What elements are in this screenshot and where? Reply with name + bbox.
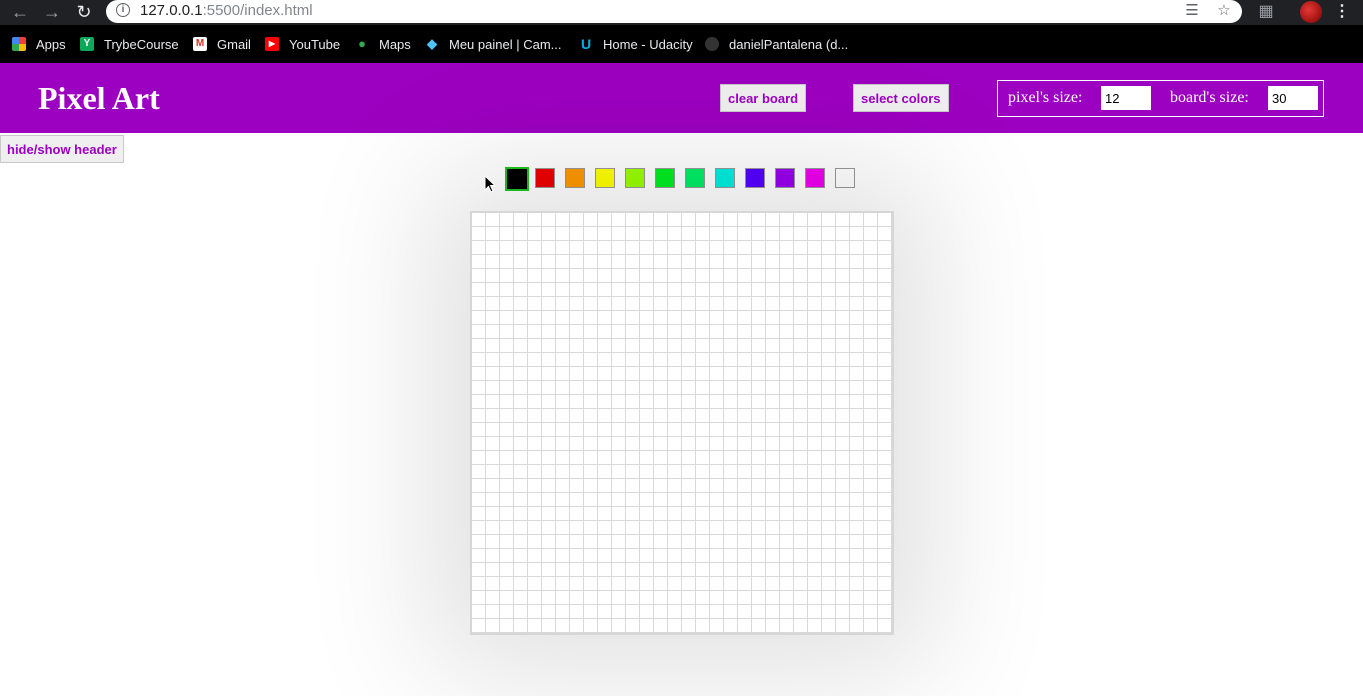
bookmark-label: Gmail (217, 36, 251, 52)
bookmark-label: YouTube (289, 36, 341, 52)
color-swatch[interactable] (505, 167, 529, 191)
site-info-icon[interactable]: i (116, 3, 130, 17)
address-bar[interactable]: i 127.0.0.1:5500/index.html ☰ ☆ (106, 0, 1242, 23)
page-title: Pixel Art (38, 80, 160, 116)
mouse-cursor-icon (484, 175, 496, 193)
gmail-icon: M (193, 37, 207, 51)
color-swatch[interactable] (595, 168, 615, 188)
size-controls: pixel's size: board's size: (997, 80, 1324, 117)
board-size-input[interactable] (1268, 86, 1318, 110)
youtube-icon: ▶ (265, 37, 279, 51)
color-swatch[interactable] (535, 168, 555, 188)
back-icon[interactable]: ← (10, 2, 30, 22)
url-host: 127.0.0.1 (140, 2, 203, 19)
bookmark-github[interactable]: danielPantalena (d... (705, 35, 848, 53)
bookmark-label: Apps (36, 36, 66, 52)
bookmark-apps[interactable]: Apps (12, 35, 66, 53)
color-swatch[interactable] (805, 168, 825, 188)
clear-board-button[interactable]: clear board (720, 84, 807, 112)
apps-grid-icon (12, 37, 26, 51)
bookmark-maps[interactable]: ● Maps (355, 35, 411, 53)
app-header: Pixel Art clear board select colors pixe… (0, 63, 1363, 133)
bookmark-star-icon[interactable]: ☆ (1216, 3, 1232, 19)
bookmark-gmail[interactable]: M Gmail (193, 35, 251, 53)
trybe-icon: Y (80, 37, 94, 51)
bookmark-label: Home - Udacity (603, 36, 693, 52)
bookmark-label: danielPantalena (d... (729, 36, 849, 52)
color-swatch[interactable] (745, 168, 765, 188)
color-swatch[interactable] (685, 168, 705, 188)
bookmark-label: Maps (379, 36, 411, 52)
bookmark-trybecourse[interactable]: Y TrybeCourse (80, 35, 179, 53)
browser-menu-icon[interactable]: ⋮ (1332, 2, 1352, 22)
extension-icon[interactable]: ▦ (1256, 2, 1276, 22)
board-size-label: board's size: (1170, 89, 1249, 106)
color-swatch[interactable] (625, 168, 645, 188)
bookmark-youtube[interactable]: ▶ YouTube (265, 35, 340, 53)
browser-toolbar: ← → ↻ i 127.0.0.1:5500/index.html ☰ ☆ ▦ … (0, 0, 1363, 25)
pixel-board[interactable] (470, 211, 894, 635)
url-text[interactable]: 127.0.0.1:5500/index.html (140, 2, 313, 19)
url-path: :5500/index.html (202, 2, 313, 19)
bookmark-label: TrybeCourse (104, 36, 179, 52)
color-swatch[interactable] (835, 168, 855, 188)
reload-icon[interactable]: ↻ (74, 2, 94, 22)
github-icon (705, 37, 719, 51)
bookmark-udacity[interactable]: U Home - Udacity (579, 35, 693, 53)
pixel-size-input[interactable] (1101, 86, 1151, 110)
bookmark-label: Meu painel | Cam... (449, 36, 562, 52)
color-swatch[interactable] (775, 168, 795, 188)
select-colors-button[interactable]: select colors (853, 84, 949, 112)
profile-avatar[interactable] (1300, 1, 1322, 23)
forward-icon[interactable]: → (42, 2, 62, 22)
maps-icon: ● (358, 36, 366, 51)
toggle-header-button[interactable]: hide/show header (0, 135, 124, 163)
bookmark-meu-painel[interactable]: ◆ Meu painel | Cam... (425, 35, 561, 53)
diamond-icon: ◆ (427, 36, 437, 51)
color-swatch[interactable] (655, 168, 675, 188)
udacity-icon: U (580, 36, 592, 52)
color-swatch[interactable] (715, 168, 735, 188)
translate-icon[interactable]: ☰ (1184, 3, 1200, 19)
pixel-size-label: pixel's size: (1008, 89, 1083, 106)
bookmarks-bar: Apps Y TrybeCourse M Gmail ▶ YouTube ● M… (0, 25, 1363, 63)
color-swatch[interactable] (565, 168, 585, 188)
